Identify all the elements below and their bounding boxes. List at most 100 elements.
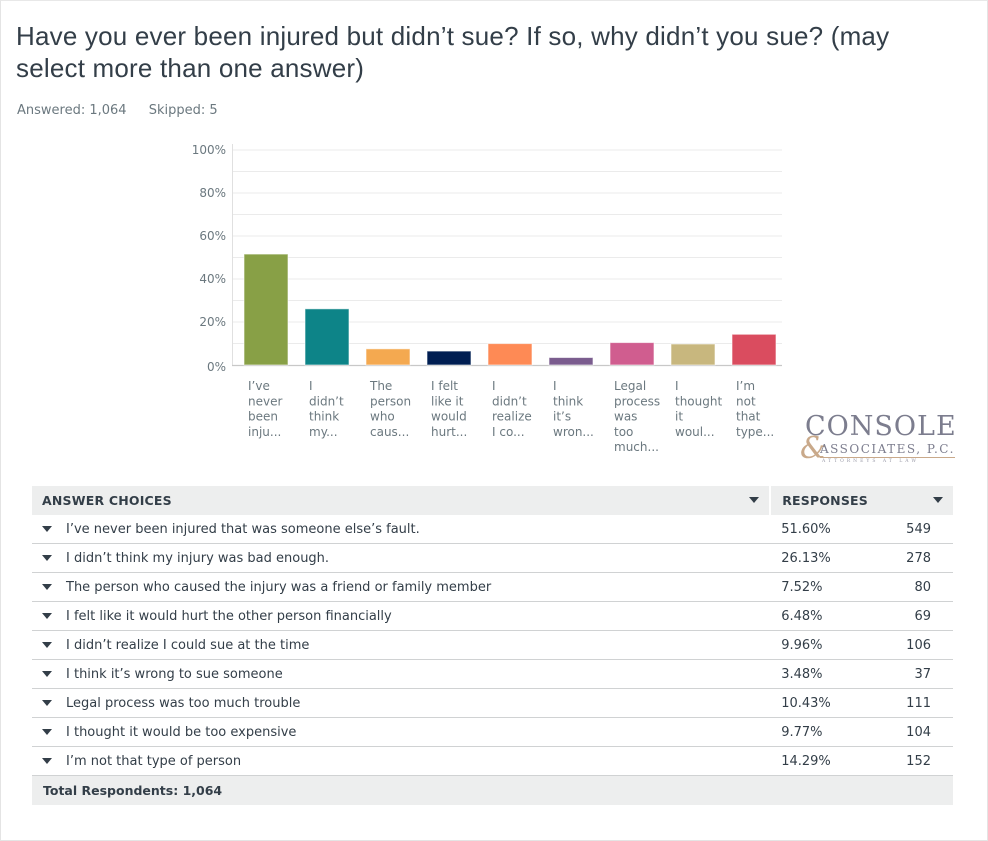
logo-tagline: ATTORNEYS AT LAW [822,459,919,464]
table-row: I’m not that type of person 14.29% 152 [32,746,953,776]
expand-caret-icon[interactable] [42,728,52,735]
answer-cell: I thought it would be too expensive [32,717,771,747]
count-cell: 278 [871,543,953,573]
sort-caret-icon[interactable] [749,497,760,503]
bar-chart: 0% 20% 40% 60% 80% 100% 51.6% 26.13% 7.52% 6.48%… [192,143,782,454]
expand-caret-icon[interactable] [42,525,52,532]
answer-cell: I didn’t realize I could sue at the time [32,630,771,660]
count-cell: 37 [871,659,953,689]
y-tick-label: 60% [199,229,226,243]
x-tick-label: didn’t [492,394,527,408]
bar[interactable]: 14.29% [731,333,777,366]
answer-text: Legal process was too much trouble [66,695,301,711]
expand-caret-icon[interactable] [42,554,52,561]
expand-caret-icon[interactable] [42,583,52,590]
answer-cell: I’ve never been injured that was someone… [32,515,771,544]
answer-text: I didn’t realize I could sue at the time [66,637,310,653]
table-row: I didn’t realize I could sue at the time… [32,630,953,660]
answer-cell: The person who caused the injury was a f… [32,572,771,602]
x-tick-label: I felt [431,379,458,393]
response-stats: Answered: 1,064 Skipped: 5 [17,103,236,118]
answer-text: I felt like it would hurt the other pers… [66,608,392,624]
x-tick-label: it’s [553,410,571,424]
bar[interactable]: 9.77% [670,343,716,366]
responses-table: ANSWER CHOICES RESPONSES I’ve never been… [32,486,953,805]
question-title: Have you ever been injured but didn’t su… [16,21,890,83]
bar[interactable]: 10.43% [609,342,655,366]
responses-header-label: RESPONSES [782,493,868,508]
x-tick-label: wron... [553,425,594,439]
x-tick-label: I [492,379,496,393]
table-header: ANSWER CHOICES RESPONSES [32,486,953,515]
percent-cell: 9.96% [770,630,872,660]
answer-choices-header-label: ANSWER CHOICES [42,493,172,508]
sort-caret-icon[interactable] [933,497,943,503]
percent-cell: 6.48% [770,601,872,631]
percent-cell: 7.52% [770,572,872,602]
x-tick-label: my... [309,425,338,439]
x-tick-label: caus... [370,425,409,439]
logo-subtitle: ASSOCIATES, P.C. [820,442,955,458]
y-axis-ticks: 0% 20% 40% 60% 80% 100% [192,143,226,374]
percent-cell: 3.48% [770,659,872,689]
x-tick-label: think [309,410,339,424]
console-associates-logo: CONSOLE & ASSOCIATES, P.C. ATTORNEYS AT … [798,412,958,468]
answer-cell: I didn’t think my injury was bad enough. [32,543,771,573]
table-row: I felt like it would hurt the other pers… [32,601,953,631]
answer-text: The person who caused the injury was a f… [66,579,492,595]
answer-text: I thought it would be too expensive [66,724,297,740]
bar[interactable]: 26.13% [304,308,350,366]
x-tick-label: it [675,410,683,424]
x-tick-label: think [553,394,583,408]
table-row: Legal process was too much trouble 10.43%… [32,688,953,718]
table-row: I’ve never been injured that was someone… [32,515,953,544]
x-tick-label: I’m [736,379,755,393]
chart-bars: 51.6% 26.13% 7.52% 6.48% 9.96% 3.48% 10.43% 9.7… [243,253,777,366]
expand-caret-icon[interactable] [42,699,52,706]
x-tick-label: process [614,394,660,408]
x-tick-label: Legal [614,379,646,393]
answered-count: Answered: 1,064 [17,103,127,118]
skipped-count: Skipped: 5 [148,103,218,118]
count-cell: 80 [871,572,953,602]
x-tick-label: The [369,379,392,393]
expand-caret-icon[interactable] [42,670,52,677]
y-tick-label: 100% [192,143,226,157]
x-tick-label: much... [614,440,659,454]
answer-cell: I’m not that type of person [32,746,771,776]
y-tick-label: 40% [199,272,226,286]
answer-text: I didn’t think my injury was bad enough. [66,550,330,566]
bar[interactable]: 51.6% [243,253,289,366]
x-tick-label: didn’t [309,394,344,408]
bar[interactable]: 7.52% [365,348,411,366]
x-tick-label: I’ve [248,379,270,393]
expand-caret-icon[interactable] [42,641,52,648]
answer-text: I’ve never been injured that was someone… [66,521,420,537]
bar[interactable]: 9.96% [487,343,533,366]
x-tick-label: I [309,379,313,393]
percent-cell: 26.13% [770,543,872,573]
responses-header[interactable]: RESPONSES [770,486,953,515]
percent-cell: 51.60% [770,515,872,544]
logo-name: CONSOLE [805,411,957,442]
x-tick-label: inju... [248,425,281,439]
bar[interactable]: 3.48% [548,357,594,366]
count-cell: 152 [871,746,953,776]
x-tick-label: hurt... [431,425,467,439]
x-tick-label: like it [431,394,464,408]
count-cell: 106 [871,630,953,660]
x-tick-label: that [736,410,761,424]
x-tick-label: I [675,379,679,393]
y-tick-label: 20% [199,315,226,329]
expand-caret-icon[interactable] [42,757,52,764]
percent-cell: 14.29% [770,746,872,776]
x-tick-label: would [431,410,467,424]
answer-choices-header[interactable]: ANSWER CHOICES [32,486,772,515]
expand-caret-icon[interactable] [42,612,52,619]
percent-cell: 9.77% [770,717,872,747]
bar[interactable]: 6.48% [426,350,472,366]
x-tick-label: realize [492,410,532,424]
answer-cell: I think it’s wrong to sue someone [32,659,771,689]
total-row: Total Respondents: 1,064 [32,775,953,805]
table-row: I think it’s wrong to sue someone 3.48% 37 [32,659,953,689]
